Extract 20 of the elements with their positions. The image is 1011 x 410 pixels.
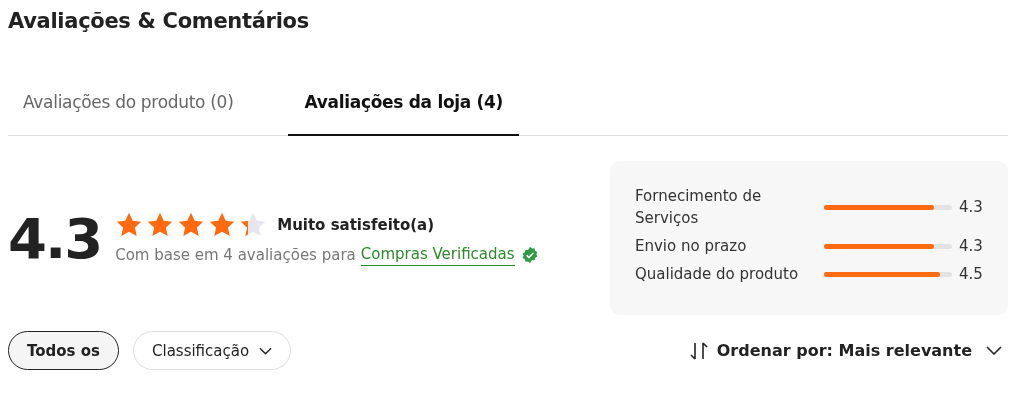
metric-value: 4.3 bbox=[959, 237, 983, 255]
metric-value: 4.3 bbox=[959, 198, 983, 216]
rating-verdict: Muito satisfeito(a) bbox=[277, 215, 435, 234]
tab[interactable]: Avaliações do produto (0) bbox=[8, 82, 249, 136]
rating-score: 4.3 bbox=[8, 205, 102, 271]
metric-label: Fornecimento de Serviços bbox=[635, 186, 763, 229]
verified-purchases-link[interactable]: Compras Verificadas bbox=[360, 244, 515, 266]
section-title: Avaliações & Comentários bbox=[8, 8, 310, 35]
chevron-down-icon bbox=[259, 346, 273, 355]
tab[interactable]: Avaliações da loja (4) bbox=[288, 82, 520, 136]
verified-badge-icon bbox=[520, 246, 539, 264]
metric-label: Envio no prazo bbox=[635, 236, 748, 257]
filter-dropdown[interactable]: Classificação bbox=[133, 331, 292, 370]
rating-basis: Com base em 4 avaliações para bbox=[115, 246, 356, 264]
sort-dropdown[interactable]: Ordenar por: Mais relevante bbox=[688, 340, 1008, 361]
metric-label: Qualidade do produto bbox=[635, 264, 800, 285]
chevron-down-icon bbox=[986, 346, 1002, 355]
filter-chip[interactable]: Todos os bbox=[8, 331, 119, 370]
metric-value: 4.5 bbox=[959, 265, 983, 283]
sort-icon bbox=[688, 340, 709, 361]
